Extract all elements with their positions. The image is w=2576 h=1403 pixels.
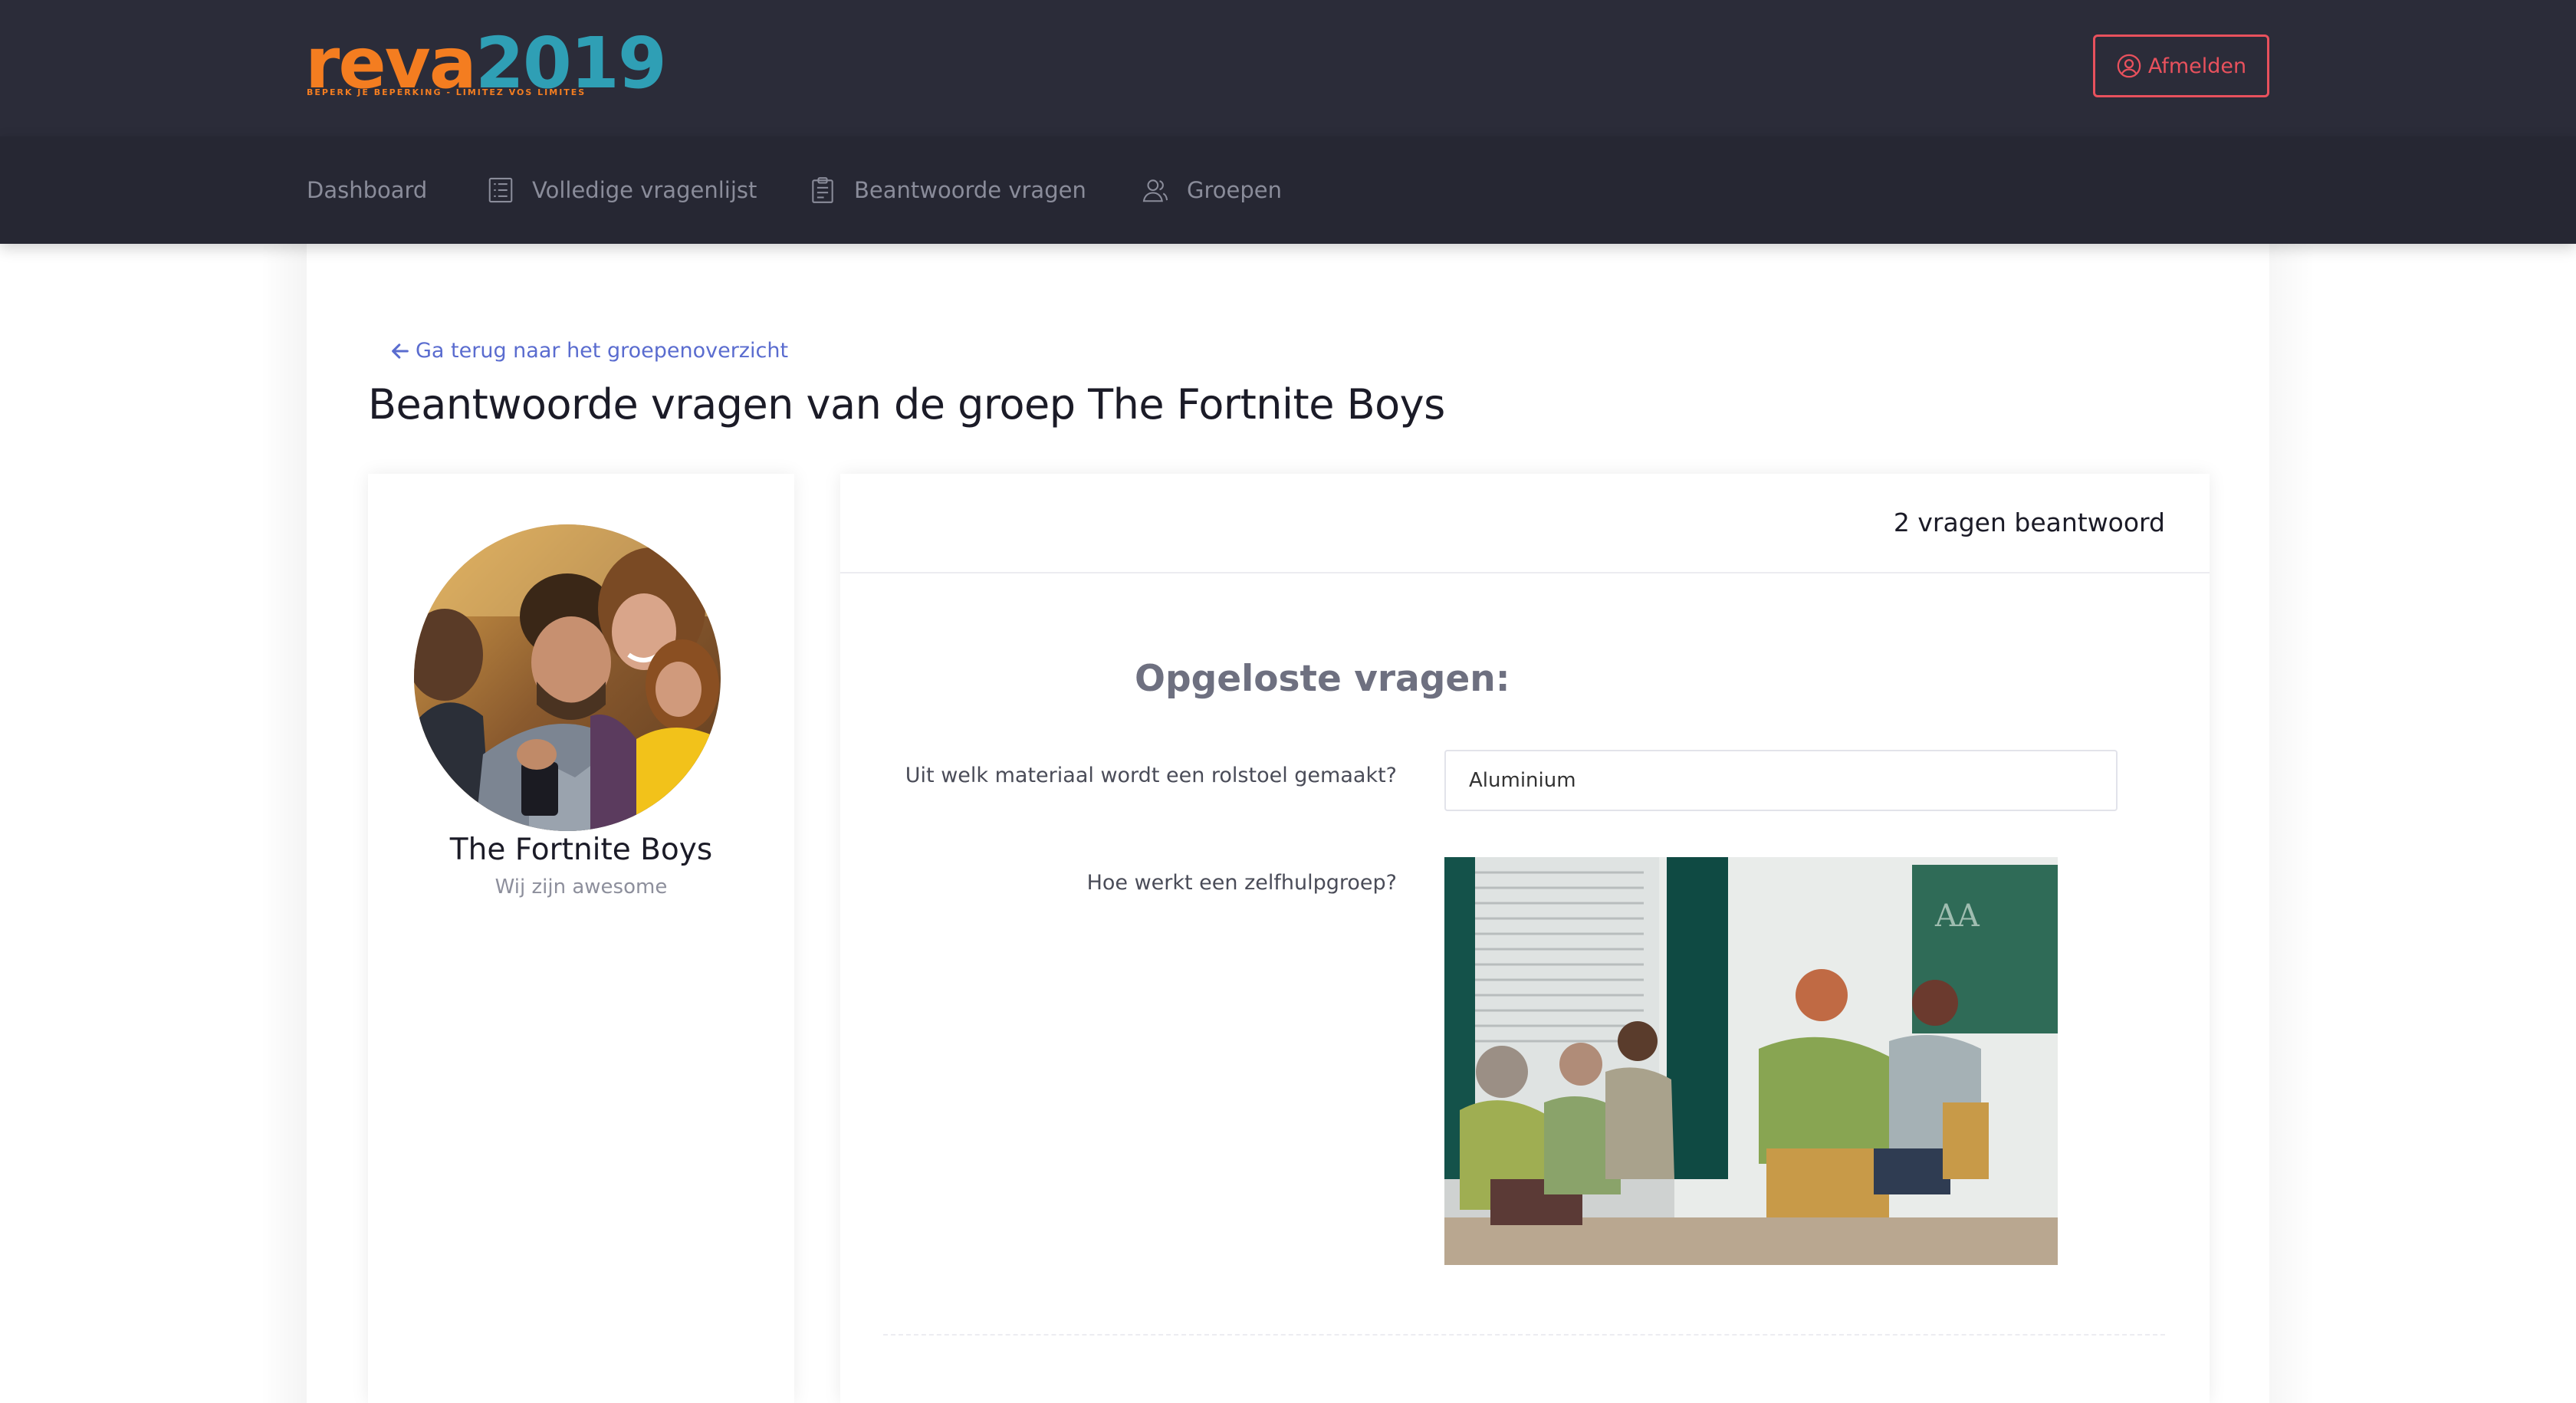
answered-count: 2 vragen beantwoord	[1893, 508, 2165, 537]
user-circle-icon	[2117, 54, 2141, 78]
section-divider	[883, 1334, 2165, 1336]
group-subtitle: Wij zijn awesome	[495, 876, 668, 899]
nav-answered-questions[interactable]: Beantwoorde vragen	[808, 172, 1086, 208]
reva-logo[interactable]: reva2019 BEPERK JE BEPERKING - LIMITEZ V…	[305, 28, 704, 100]
nav-full-questionnaire-label: Volledige vragenlijst	[532, 177, 757, 203]
list-icon	[488, 177, 513, 203]
group-name: The Fortnite Boys	[449, 833, 713, 867]
group-avatar	[414, 524, 721, 831]
content-shadow-right	[2269, 244, 2315, 1403]
group-profile-card: The Fortnite Boys Wij zijn awesome	[368, 474, 794, 1403]
nav-full-questionnaire[interactable]: Volledige vragenlijst	[486, 172, 757, 208]
group-avatar-photo	[414, 524, 721, 831]
question-label: Hoe werkt een zelfhulpgroep?	[1086, 871, 1397, 895]
arrow-left-icon	[392, 343, 409, 359]
answers-card: 2 vragen beantwoord Opgeloste vragen: Ui…	[840, 474, 2210, 1403]
answers-card-header: 2 vragen beantwoord	[840, 474, 2210, 573]
back-to-groups-link[interactable]: Ga terug naar het groepenoverzicht	[389, 339, 788, 363]
users-icon	[1142, 179, 1168, 202]
nav-groups[interactable]: Groepen	[1141, 172, 1282, 208]
nav-groups-label: Groepen	[1187, 177, 1282, 203]
answer-photo[interactable]: AA	[1444, 857, 2058, 1265]
page-title: Beantwoorde vragen van de groep The Fort…	[368, 380, 1445, 429]
nav-dashboard-label: Dashboard	[307, 177, 428, 203]
nav-dashboard[interactable]: Dashboard	[307, 172, 427, 208]
answer-field[interactable]	[1444, 750, 2118, 811]
clipboard-icon	[812, 177, 833, 203]
logo-tagline: BEPERK JE BEPERKING - LIMITEZ VOS LIMITE…	[307, 87, 586, 97]
question-label: Uit welk materiaal wordt een rolstoel ge…	[905, 764, 1397, 787]
content-shadow-left	[261, 244, 307, 1403]
svg-text:AA: AA	[1934, 899, 1980, 934]
logout-label: Afmelden	[2147, 54, 2247, 78]
section-title: Opgeloste vragen:	[1135, 658, 1510, 700]
back-link-label: Ga terug naar het groepenoverzicht	[416, 339, 789, 363]
support-group-photo: AA	[1444, 857, 2058, 1265]
logout-button[interactable]: Afmelden	[2093, 34, 2269, 97]
nav-answered-questions-label: Beantwoorde vragen	[854, 177, 1086, 203]
